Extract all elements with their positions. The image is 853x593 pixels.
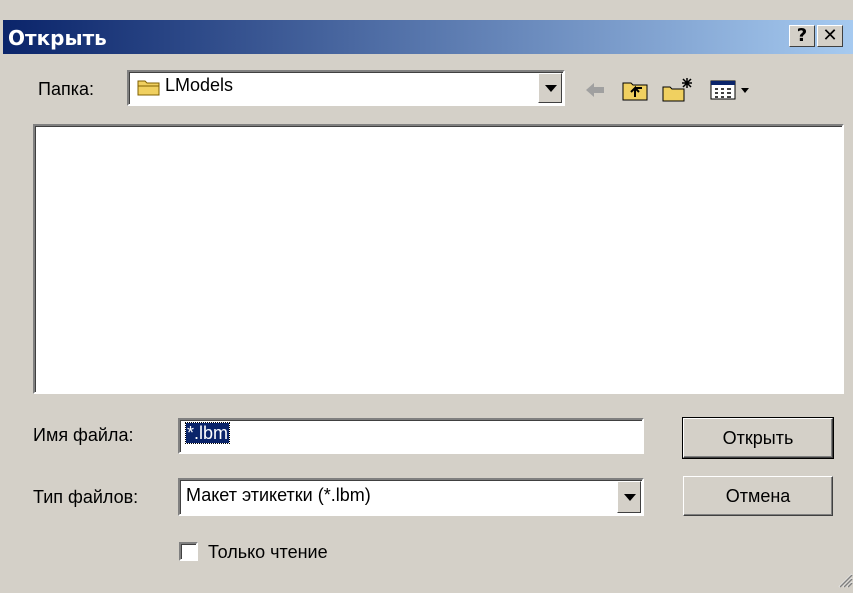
file-type-dropdown-button[interactable]: [617, 481, 641, 513]
resize-grip-icon[interactable]: [833, 568, 853, 588]
cancel-button[interactable]: Отмена: [683, 476, 833, 516]
file-type-label: Тип файлов:: [33, 487, 139, 507]
window-title: Открыть: [8, 26, 107, 50]
open-button[interactable]: Открыть: [682, 417, 834, 459]
open-file-dialog: Открыть ? ✕ Папка: LModels Имя файла: *.…: [0, 0, 853, 588]
readonly-checkbox[interactable]: [179, 542, 198, 561]
view-menu-button[interactable]: [708, 75, 758, 105]
folder-current: LModels: [165, 75, 234, 95]
up-folder-icon: [620, 82, 650, 109]
back-button[interactable]: [580, 75, 610, 105]
view-menu-icon: [708, 80, 758, 109]
folder-label: Папка:: [38, 79, 94, 99]
back-arrow-icon: [580, 83, 610, 109]
new-folder-icon: [660, 78, 696, 109]
folder-icon: [137, 77, 161, 102]
chevron-down-icon: [545, 85, 557, 92]
title-bar[interactable]: Открыть ? ✕: [3, 20, 853, 54]
new-folder-button[interactable]: [660, 75, 696, 105]
file-name-field[interactable]: *.lbm: [178, 418, 644, 454]
file-name-value: *.lbm: [184, 422, 231, 444]
file-type-selected: Макет этикетки (*.lbm): [186, 485, 371, 505]
folder-combo[interactable]: LModels: [127, 70, 565, 106]
readonly-label[interactable]: Только чтение: [208, 542, 328, 563]
file-type-combo[interactable]: Макет этикетки (*.lbm): [178, 478, 644, 516]
file-list[interactable]: [33, 124, 844, 394]
close-button[interactable]: ✕: [817, 25, 843, 47]
up-folder-button[interactable]: [620, 75, 650, 105]
file-name-label: Имя файла:: [33, 425, 134, 445]
folder-dropdown-button[interactable]: [538, 73, 562, 103]
chevron-down-icon: [624, 494, 636, 501]
help-button[interactable]: ?: [789, 25, 815, 47]
